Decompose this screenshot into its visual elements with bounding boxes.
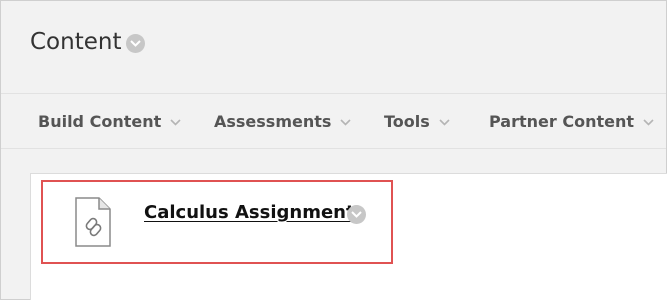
partner-content-label: Partner Content [489, 111, 634, 131]
chevron-down-icon [340, 118, 351, 126]
tools-menu[interactable]: Tools [384, 112, 489, 131]
build-content-label: Build Content [38, 111, 162, 131]
chevron-down-icon [439, 118, 450, 126]
content-item-title-link[interactable]: Calculus Assignment [144, 202, 355, 223]
page-title-row: Content [30, 27, 146, 57]
divider [1, 148, 666, 149]
content-toolbar: Build Content Assessments Tools Partner … [38, 107, 654, 135]
content-page: Content Build Content Assessments Tools [0, 0, 667, 300]
link-document-icon [75, 197, 111, 247]
chevron-down-icon [643, 118, 654, 126]
page-title: Content [30, 29, 122, 55]
chevron-down-icon [170, 118, 181, 126]
assessments-label: Assessments [214, 111, 332, 131]
chevron-down-icon[interactable] [347, 205, 366, 224]
partner-content-menu[interactable]: Partner Content [489, 112, 654, 131]
assessments-menu[interactable]: Assessments [214, 112, 384, 131]
build-content-menu[interactable]: Build Content [38, 112, 214, 131]
chevron-down-icon[interactable] [126, 34, 146, 53]
divider [1, 93, 666, 94]
tools-label: Tools [384, 111, 430, 131]
